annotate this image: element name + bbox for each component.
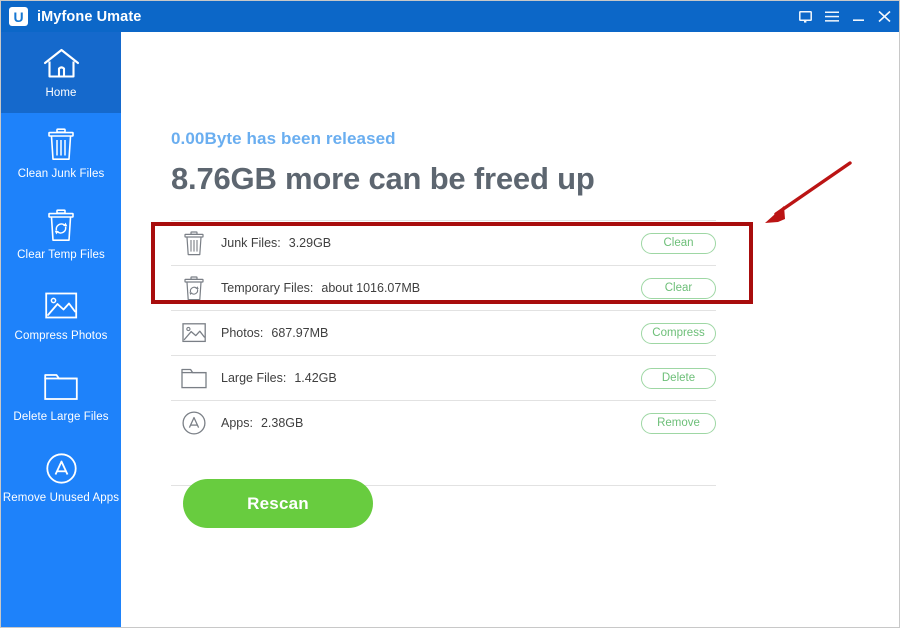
sidebar-item-label: Delete Large Files: [13, 411, 109, 423]
clean-button[interactable]: Clean: [641, 232, 716, 254]
sidebar-item-label: Remove Unused Apps: [2, 492, 120, 504]
app-logo-icon: U: [9, 7, 28, 26]
list-item: Photos: 687.97MB Compress: [171, 310, 716, 355]
app-store-icon: [45, 451, 77, 485]
list-item: Apps: 2.38GB Remove: [171, 400, 716, 445]
sidebar-item-delete-large-files[interactable]: Delete Large Files: [1, 356, 121, 437]
sidebar-item-clear-temp-files[interactable]: Clear Temp Files: [1, 194, 121, 275]
list-item-label: Large Files:: [221, 371, 287, 385]
feedback-icon[interactable]: [799, 10, 812, 23]
home-icon: [42, 46, 81, 80]
photo-icon: [44, 289, 78, 323]
menu-icon[interactable]: [825, 11, 839, 22]
list-item-text: Apps: 2.38GB: [221, 416, 303, 430]
list-item-value: 3.29GB: [288, 236, 332, 250]
folder-icon: [44, 370, 78, 404]
list-item-text: Photos: 687.97MB: [221, 326, 328, 340]
list-item-value: 1.42GB: [294, 371, 337, 385]
list-item-label: Junk Files:: [221, 236, 281, 250]
sidebar-item-clean-junk-files[interactable]: Clean Junk Files: [1, 113, 121, 194]
app-logo-letter: U: [13, 8, 24, 25]
close-icon[interactable]: [878, 10, 891, 23]
remove-button[interactable]: Remove: [641, 412, 716, 434]
folder-icon: [177, 368, 211, 389]
list-item-text: Junk Files: 3.29GB: [221, 236, 331, 250]
list-item-label: Temporary Files:: [221, 281, 314, 295]
delete-button[interactable]: Delete: [641, 367, 716, 389]
trash-icon: [177, 230, 211, 256]
rescan-button[interactable]: Rescan: [183, 479, 373, 528]
released-status-text: 0.00Byte has been released: [171, 129, 396, 148]
list-item-text: Temporary Files: about 1016.07MB: [221, 281, 420, 295]
recycle-bin-icon: [177, 275, 211, 301]
list-item-value: about 1016.07MB: [321, 281, 421, 295]
list-item-label: Apps:: [221, 416, 253, 430]
list-item: Junk Files: 3.29GB Clean: [171, 220, 716, 265]
sidebar-item-remove-unused-apps[interactable]: Remove Unused Apps: [1, 437, 121, 518]
sidebar-item-compress-photos[interactable]: Compress Photos: [1, 275, 121, 356]
list-item-value: 687.97MB: [271, 326, 329, 340]
window-controls: [799, 1, 891, 32]
list-item-value: 2.38GB: [260, 416, 304, 430]
title-bar: U iMyfone Umate: [1, 1, 899, 32]
cleanup-list: Junk Files: 3.29GB Clean Temporary Files…: [171, 220, 716, 445]
main-content: 0.00Byte has been released 8.76GB more c…: [121, 32, 899, 627]
list-item-text: Large Files: 1.42GB: [221, 371, 337, 385]
app-window: U iMyfone Umate Home Clean Junk Files Cl…: [0, 0, 900, 628]
trash-icon: [46, 127, 76, 161]
photo-icon: [177, 322, 211, 344]
sidebar-item-home[interactable]: Home: [1, 32, 121, 113]
list-item: Large Files: 1.42GB Delete: [171, 355, 716, 400]
app-title: iMyfone Umate: [37, 8, 142, 25]
list-item: Temporary Files: about 1016.07MB Clear: [171, 265, 716, 310]
app-store-icon: [177, 411, 211, 435]
sidebar-item-label: Clean Junk Files: [17, 168, 105, 180]
page-title: 8.76GB more can be freed up: [171, 161, 595, 196]
minimize-icon[interactable]: [852, 11, 865, 22]
compress-button[interactable]: Compress: [641, 322, 716, 344]
recycle-bin-icon: [46, 208, 76, 242]
sidebar-item-label: Clear Temp Files: [17, 249, 105, 261]
list-item-label: Photos:: [221, 326, 264, 340]
sidebar-item-label: Home: [45, 87, 77, 99]
clear-button[interactable]: Clear: [641, 277, 716, 299]
sidebar-item-label: Compress Photos: [14, 330, 108, 342]
sidebar: Home Clean Junk Files Clear Temp Files C…: [1, 32, 121, 627]
